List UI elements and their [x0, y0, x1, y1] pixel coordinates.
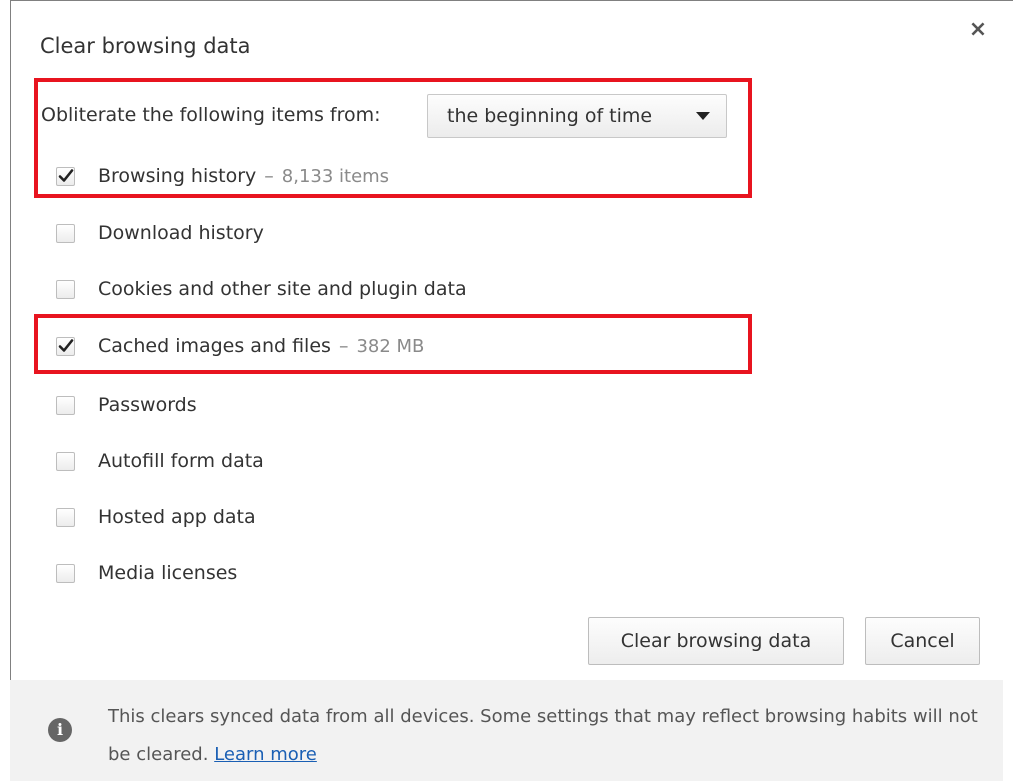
checkbox-item-passwords[interactable]: Passwords: [56, 391, 197, 419]
autofill-checkbox[interactable]: [56, 451, 75, 471]
cookies-checkbox[interactable]: [56, 279, 75, 299]
cancel-button[interactable]: Cancel: [865, 617, 980, 665]
checkbox-item-autofill[interactable]: Autofill form data: [56, 447, 264, 475]
checkbox-item-download-history[interactable]: Download history: [56, 219, 264, 247]
item-label: Download history: [98, 222, 264, 244]
close-icon[interactable]: ×: [964, 16, 992, 44]
dialog-title: Clear browsing data: [40, 34, 251, 58]
sync-notice: This clears synced data from all devices…: [108, 698, 978, 774]
highlight-box-cached: [34, 314, 752, 374]
media-licenses-checkbox[interactable]: [56, 563, 75, 583]
hosted-app-data-checkbox[interactable]: [56, 507, 75, 527]
learn-more-link[interactable]: Learn more: [214, 744, 317, 765]
clear-browsing-data-button[interactable]: Clear browsing data: [588, 617, 844, 665]
download-history-checkbox[interactable]: [56, 223, 75, 243]
item-label: Media licenses: [98, 562, 238, 584]
item-label: Autofill form data: [98, 450, 264, 472]
checkbox-item-media-licenses[interactable]: Media licenses: [56, 559, 237, 587]
passwords-checkbox[interactable]: [56, 395, 75, 415]
item-label: Hosted app data: [98, 506, 256, 528]
highlight-box-period-history: [34, 78, 752, 198]
checkbox-item-hosted-app-data[interactable]: Hosted app data: [56, 503, 256, 531]
item-label: Cookies and other site and plugin data: [98, 278, 467, 300]
item-label: Passwords: [98, 394, 197, 416]
checkbox-item-cookies[interactable]: Cookies and other site and plugin data: [56, 275, 467, 303]
info-icon: i: [48, 718, 72, 742]
